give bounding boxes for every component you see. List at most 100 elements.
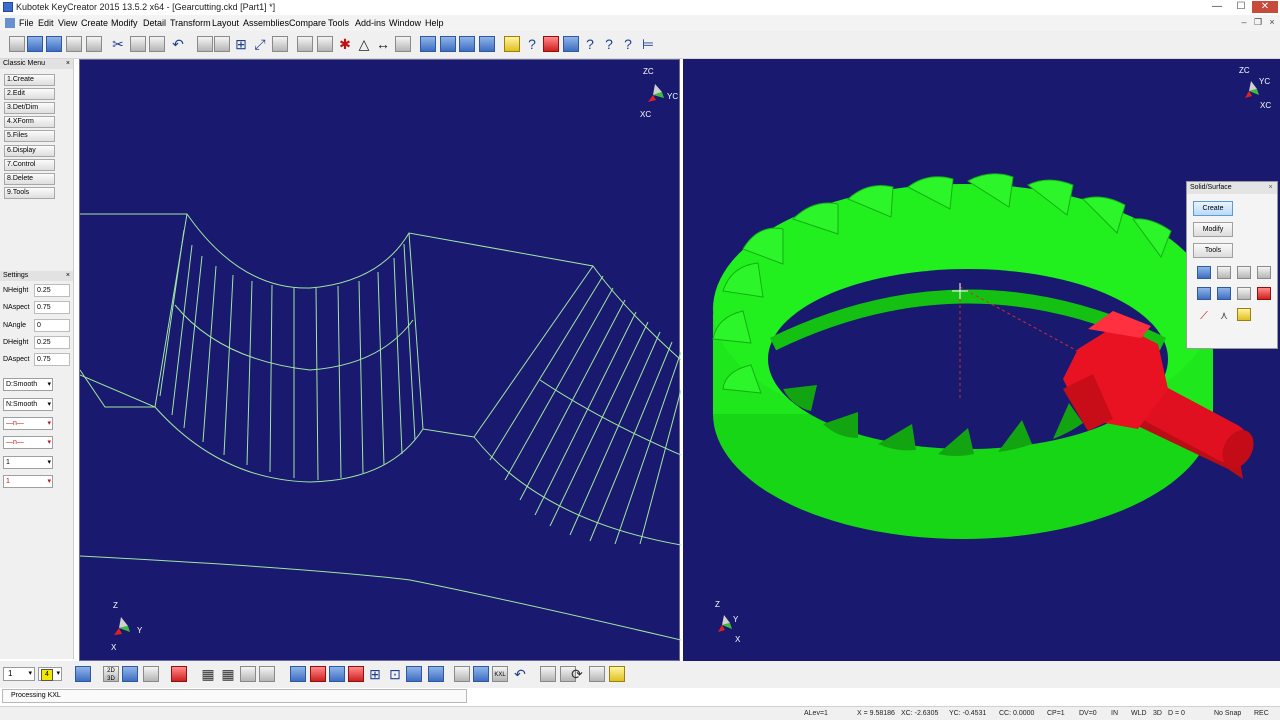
- new-file-icon[interactable]: [9, 36, 25, 52]
- triangle-icon[interactable]: △: [356, 36, 372, 52]
- dynamic-rotate-icon[interactable]: [440, 36, 456, 52]
- setting-value-field[interactable]: 0.75: [34, 301, 70, 314]
- shade-icon[interactable]: [479, 36, 495, 52]
- solid-tools-button[interactable]: Tools: [1193, 243, 1233, 258]
- arrow-style-2-select[interactable]: —n— ▾: [3, 436, 53, 449]
- feature-icon[interactable]: [1237, 308, 1251, 321]
- query-icon[interactable]: ?: [582, 36, 598, 52]
- solid-create-button[interactable]: Create: [1193, 201, 1233, 216]
- menu-layout[interactable]: Layout: [212, 18, 239, 28]
- solid-modify-button[interactable]: Modify: [1193, 222, 1233, 237]
- print-icon[interactable]: [66, 36, 82, 52]
- zoom-extents-icon[interactable]: ⊞: [367, 666, 383, 682]
- snap-mode-icon[interactable]: [428, 666, 444, 682]
- layer-select[interactable]: 1 ▾: [3, 667, 35, 681]
- verify-icon[interactable]: ?: [601, 36, 617, 52]
- classic-menu-create[interactable]: 1.Create: [4, 74, 55, 86]
- mdi-close-button[interactable]: ×: [1266, 17, 1278, 27]
- construction-plane-icon[interactable]: [240, 666, 256, 682]
- rotate-view-icon[interactable]: [420, 36, 436, 52]
- note-smooth-select[interactable]: N:Smooth ▾: [3, 398, 53, 411]
- undo-icon[interactable]: ↶: [170, 36, 186, 52]
- global-icon[interactable]: [122, 666, 138, 682]
- repeat-icon[interactable]: [214, 36, 230, 52]
- menu-transform[interactable]: Transform: [170, 18, 211, 28]
- zoom-window-icon[interactable]: ⤢: [252, 36, 268, 52]
- right-viewport[interactable]: ZC YC XC Z Y X: [683, 59, 1280, 661]
- loft-icon[interactable]: [1257, 287, 1271, 300]
- mdi-minimize-button[interactable]: –: [1238, 17, 1250, 27]
- close-button[interactable]: ✕: [1252, 1, 1278, 13]
- setting-value-field[interactable]: 0.25: [34, 336, 70, 349]
- status-snap[interactable]: No Snap: [1214, 710, 1241, 717]
- classic-menu-detdim[interactable]: 3.Det/Dim: [4, 102, 55, 114]
- menu-view[interactable]: View: [58, 18, 77, 28]
- menu-edit[interactable]: Edit: [38, 18, 54, 28]
- grid-settings-icon[interactable]: ▦: [220, 666, 236, 682]
- check-icon[interactable]: ?: [620, 36, 636, 52]
- refresh-icon[interactable]: ⟳: [569, 666, 585, 682]
- menu-modify[interactable]: Modify: [111, 18, 138, 28]
- line-style-select[interactable]: 1 ▾: [3, 456, 53, 469]
- hidden-line-icon[interactable]: [540, 666, 556, 682]
- 2d-3d-toggle-icon[interactable]: 2D 3D: [103, 666, 119, 682]
- left-viewport[interactable]: ZC YC XC Z Y X: [79, 59, 682, 661]
- sweep-icon[interactable]: [1237, 287, 1251, 300]
- plane-icon[interactable]: ⟋: [1197, 308, 1211, 322]
- classic-menu-files[interactable]: 5.Files: [4, 130, 55, 142]
- select-mask-icon[interactable]: [297, 36, 313, 52]
- dynamic-view-icon[interactable]: [406, 666, 422, 682]
- properties-icon[interactable]: [504, 36, 520, 52]
- box-solid-icon[interactable]: [1197, 266, 1211, 279]
- menu-assemblies[interactable]: Assemblies: [243, 18, 289, 28]
- shaded-solid-icon[interactable]: [310, 666, 326, 682]
- dimension-icon[interactable]: ⊨: [640, 36, 656, 52]
- grid-snap-icon[interactable]: [171, 666, 187, 682]
- help-icon[interactable]: ?: [524, 36, 540, 52]
- kxl-icon[interactable]: KXL: [492, 666, 508, 682]
- highlight-icon[interactable]: [609, 666, 625, 682]
- paste-icon[interactable]: [149, 36, 165, 52]
- menu-create[interactable]: Create: [81, 18, 108, 28]
- mdi-restore-button[interactable]: ❐: [1252, 17, 1264, 28]
- classic-menu-edit[interactable]: 2.Edit: [4, 88, 55, 100]
- menu-add-ins[interactable]: Add-ins: [355, 18, 386, 28]
- workplane-icon[interactable]: [143, 666, 159, 682]
- revolve-icon[interactable]: [1217, 287, 1231, 300]
- classic-menu-tools[interactable]: 9.Tools: [4, 187, 55, 199]
- entity-type-icon[interactable]: [75, 666, 91, 682]
- color-select[interactable]: 4 ▾: [38, 667, 62, 681]
- save-view-icon[interactable]: [473, 666, 489, 682]
- classic-menu-close-icon[interactable]: ×: [66, 59, 70, 69]
- redo-icon[interactable]: [197, 36, 213, 52]
- measure-distance-icon[interactable]: ↔: [375, 36, 391, 52]
- menu-tools[interactable]: Tools: [328, 18, 349, 28]
- pan-icon[interactable]: [272, 36, 288, 52]
- line-width-select[interactable]: 1 ▾: [3, 475, 53, 488]
- setting-value-field[interactable]: 0: [34, 319, 70, 332]
- view-rotate-icon[interactable]: [290, 666, 306, 682]
- document-icon[interactable]: [5, 18, 15, 28]
- zoom-all-icon[interactable]: ⊞: [233, 36, 249, 52]
- cylinder-solid-icon[interactable]: [1217, 266, 1231, 279]
- classic-menu-delete[interactable]: 8.Delete: [4, 173, 55, 185]
- undo-view-icon[interactable]: ↶: [512, 666, 528, 682]
- menu-file[interactable]: File: [19, 18, 34, 28]
- view-fit-icon[interactable]: [329, 666, 345, 682]
- arrow-style-select[interactable]: —n— ▾: [3, 417, 53, 430]
- select-filter-icon[interactable]: [317, 36, 333, 52]
- copy-icon[interactable]: [130, 36, 146, 52]
- classic-menu-xform[interactable]: 4.XForm: [4, 116, 55, 128]
- zoom-box-icon[interactable]: ⊡: [387, 666, 403, 682]
- sphere-solid-icon[interactable]: [1257, 266, 1271, 279]
- print-preview-icon[interactable]: [86, 36, 102, 52]
- render-icon[interactable]: [459, 36, 475, 52]
- ortho-icon[interactable]: [259, 666, 275, 682]
- classic-menu-control[interactable]: 7.Control: [4, 159, 55, 171]
- menu-compare[interactable]: Compare: [289, 18, 326, 28]
- menu-window[interactable]: Window: [389, 18, 421, 28]
- grid-icon[interactable]: ▦: [200, 666, 216, 682]
- cut-icon[interactable]: ✂: [110, 36, 126, 52]
- setting-value-field[interactable]: 0.75: [34, 353, 70, 366]
- cone-solid-icon[interactable]: [1237, 266, 1251, 279]
